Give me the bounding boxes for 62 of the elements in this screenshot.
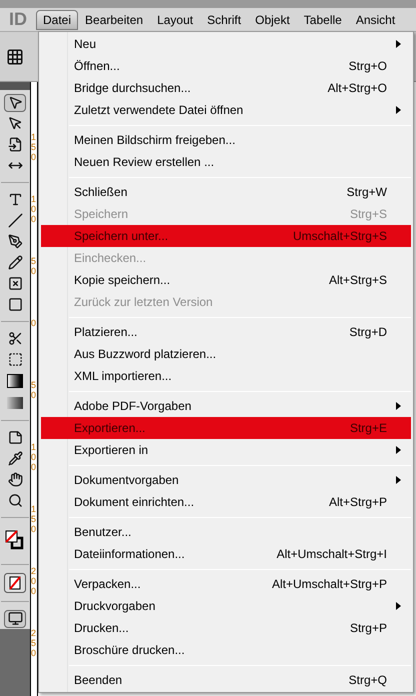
apply-none-icon[interactable] (4, 573, 26, 593)
menu-item[interactable]: Dokument einrichten... Alt+Strg+P (41, 491, 411, 513)
pen-tool-icon[interactable] (8, 234, 22, 249)
menu-item[interactable]: Speichern unter... Umschalt+Strg+S (41, 225, 411, 247)
reference-point-icon[interactable] (6, 48, 24, 66)
menu-item[interactable]: Schließen Strg+W (41, 181, 411, 203)
menu-item[interactable]: Neu (41, 33, 411, 55)
ruler-label: 100 (31, 443, 38, 474)
ruler-label: 0 (31, 319, 38, 330)
menu-item[interactable]: Aus Buzzword platzieren... (41, 343, 411, 365)
ruler-label: 200 (31, 567, 38, 598)
menu-item[interactable]: Neuen Review erstellen ... (41, 151, 411, 173)
menu-item[interactable]: Exportieren... Strg+E (41, 417, 411, 439)
menu-item[interactable]: Exportieren in (41, 439, 411, 461)
fill-stroke-icon[interactable] (5, 530, 25, 552)
menu-item[interactable]: Druckvorgaben (41, 595, 411, 617)
menu-item[interactable]: Platzieren... Strg+D (41, 321, 411, 343)
menu-bar-item[interactable]: Schrift (200, 10, 248, 30)
menu-item[interactable]: Benutzer... (41, 521, 411, 543)
menu-bar-item[interactable]: Datei (36, 10, 78, 30)
menu-item[interactable]: Dokumentvorgaben (41, 469, 411, 491)
menu-bar-item[interactable]: Layout (150, 10, 200, 30)
scissors-icon[interactable] (8, 331, 22, 346)
direct-selection-icon[interactable] (8, 116, 22, 131)
gradient-swatch-icon[interactable] (7, 374, 23, 388)
ruler-label: 150 (31, 505, 38, 536)
screen-mode-icon[interactable] (4, 610, 26, 628)
ruler-label: 250 (31, 629, 38, 660)
menu-bar-item[interactable]: Tabelle (296, 10, 349, 30)
note-icon[interactable] (8, 430, 22, 445)
menu-bar-item[interactable]: Bearbeiten (78, 10, 150, 30)
menu-item[interactable]: Adobe PDF-Vorgaben (41, 395, 411, 417)
ruler-label: 150 (31, 133, 38, 164)
type-tool-icon[interactable] (8, 192, 22, 207)
menu-item[interactable]: Kopie speichern... Alt+Strg+S (41, 269, 411, 291)
rectangle-frame-icon[interactable] (8, 276, 22, 291)
menu-item[interactable]: Bridge durchsuchen... Alt+Strg+O (41, 77, 411, 99)
menu-item[interactable]: Drucken... Strg+P (41, 617, 411, 639)
eyedropper-icon[interactable] (8, 451, 22, 466)
menu-item[interactable]: Dateiinformationen... Alt+Umschalt+Strg+I (41, 543, 411, 565)
toolbar-header (0, 82, 30, 90)
ruler-label: 100 (31, 195, 38, 226)
line-tool-icon[interactable] (8, 213, 22, 228)
menu-item[interactable]: Öffnen... Strg+O (41, 55, 411, 77)
ruler-label: 50 (31, 257, 38, 278)
pencil-icon[interactable] (8, 255, 22, 270)
menu-item[interactable]: Beenden Strg+Q (41, 669, 411, 691)
free-transform-icon[interactable] (8, 352, 22, 367)
menu-item[interactable]: Broschüre drucken... (41, 639, 411, 661)
menu-item[interactable]: Meinen Bildschirm freigeben... (41, 129, 411, 151)
app-logo: ID (8, 8, 28, 31)
menu-bar-item[interactable]: Objekt (248, 10, 297, 30)
menu-item[interactable]: Verpacken... Alt+Umschalt+Strg+P (41, 573, 411, 595)
gradient-feather-icon[interactable] (7, 397, 23, 409)
rectangle-icon[interactable] (8, 297, 22, 312)
menu-item[interactable]: Zuletzt verwendete Datei öffnen (41, 99, 411, 121)
menu-item[interactable]: XML importieren... (41, 365, 411, 387)
ruler-label: 50 (31, 381, 38, 402)
hand-icon[interactable] (8, 472, 22, 487)
zoom-icon[interactable] (8, 493, 22, 508)
menu-bar-item[interactable]: Ansicht (348, 10, 402, 30)
page-tool-icon[interactable] (8, 137, 22, 152)
